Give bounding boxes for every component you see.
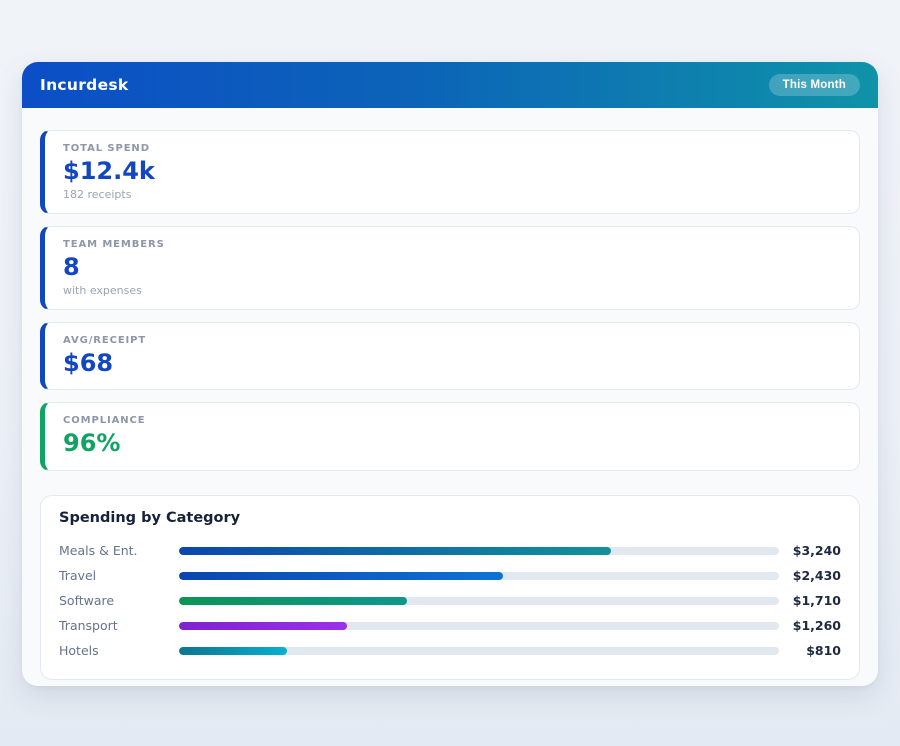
- stat-value: $68: [63, 349, 841, 378]
- stat-subtext: 182 receipts: [63, 188, 841, 201]
- category-row: Transport $1,260: [59, 613, 841, 638]
- category-row: Travel $2,430: [59, 563, 841, 588]
- category-row: Meals & Ent. $3,240: [59, 538, 841, 563]
- category-bar-list: Meals & Ent. $3,240 Travel $2,430 Software $1…: [59, 538, 841, 663]
- category-label: Hotels: [59, 643, 179, 658]
- stat-value: 8: [63, 253, 841, 282]
- category-bar-fill: [179, 597, 407, 605]
- period-selector-badge[interactable]: This Month: [769, 74, 860, 96]
- category-bar-track: [179, 547, 779, 555]
- stat-value: 96%: [63, 429, 841, 458]
- spending-by-category-card: Spending by Category Meals & Ent. $3,240 T…: [40, 495, 860, 680]
- stat-label: TEAM MEMBERS: [63, 239, 841, 250]
- category-bar-track: [179, 597, 779, 605]
- category-row: Software $1,710: [59, 588, 841, 613]
- category-label: Travel: [59, 568, 179, 583]
- app-title: Incurdesk: [40, 76, 129, 94]
- dashboard-content: TOTAL SPEND $12.4k 182 receipts TEAM MEM…: [22, 108, 878, 698]
- category-value: $1,710: [779, 593, 841, 608]
- stat-label: TOTAL SPEND: [63, 143, 841, 154]
- category-label: Transport: [59, 618, 179, 633]
- category-bar-fill: [179, 572, 503, 580]
- category-value: $810: [779, 643, 841, 658]
- stat-card-total-spend: TOTAL SPEND $12.4k 182 receipts: [40, 130, 860, 214]
- stat-card-team-members: TEAM MEMBERS 8 with expenses: [40, 226, 860, 310]
- stat-value: $12.4k: [63, 157, 841, 186]
- stat-card-compliance: COMPLIANCE 96%: [40, 402, 860, 471]
- dashboard-window: Incurdesk This Month TOTAL SPEND $12.4k …: [22, 62, 878, 686]
- stat-card-avg-receipt: AVG/RECEIPT $68: [40, 322, 860, 391]
- category-row: Hotels $810: [59, 638, 841, 663]
- category-value: $1,260: [779, 618, 841, 633]
- category-value: $2,430: [779, 568, 841, 583]
- stat-subtext: with expenses: [63, 284, 841, 297]
- category-bar-fill: [179, 647, 287, 655]
- category-label: Software: [59, 593, 179, 608]
- stat-label: AVG/RECEIPT: [63, 335, 841, 346]
- stat-label: COMPLIANCE: [63, 415, 841, 426]
- category-bar-fill: [179, 547, 611, 555]
- category-bar-track: [179, 647, 779, 655]
- chart-title: Spending by Category: [59, 510, 841, 526]
- category-bar-track: [179, 622, 779, 630]
- app-header: Incurdesk This Month: [22, 62, 878, 108]
- category-value: $3,240: [779, 543, 841, 558]
- category-label: Meals & Ent.: [59, 543, 179, 558]
- category-bar-fill: [179, 622, 347, 630]
- category-bar-track: [179, 572, 779, 580]
